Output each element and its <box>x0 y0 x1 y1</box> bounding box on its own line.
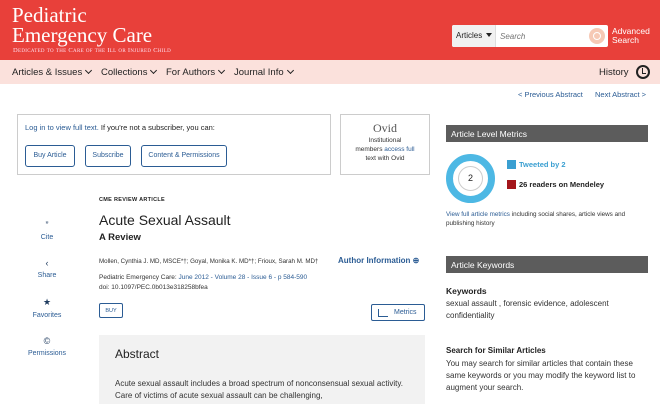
ovid-line2: members access full <box>341 146 429 154</box>
metrics-note: View full article metrics including soci… <box>446 210 651 228</box>
metrics-label: Metrics <box>394 309 417 316</box>
mendeley-square-icon <box>507 180 516 189</box>
article-doi: doi: 10.1097/PEC.0b013e318258bfea <box>99 284 208 291</box>
star-icon: ★ <box>42 297 52 307</box>
mendeley-readers[interactable]: 26 readers on Mendeley <box>519 180 604 189</box>
chevron-down-icon <box>286 66 294 75</box>
altmetric-score: 2 <box>458 166 483 191</box>
subscribe-button[interactable]: Subscribe <box>85 145 131 167</box>
keywords-heading: Article Keywords <box>446 256 648 273</box>
abstract-section: Abstract Acute sexual assault includes a… <box>99 335 425 404</box>
buy-button[interactable]: BUY <box>99 303 123 318</box>
content-permissions-button[interactable]: Content & Permissions <box>141 145 227 167</box>
ovid-access-box[interactable]: Ovid Institutional members access full t… <box>340 114 430 175</box>
twitter-square-icon <box>507 160 516 169</box>
ovid-line3: text with Ovid <box>365 155 405 162</box>
permissions-icon: © <box>43 336 51 346</box>
share-tool[interactable]: ‹ Share <box>17 258 77 279</box>
access-text: Log in to view full text. If you're not … <box>25 123 215 132</box>
next-abstract-link[interactable]: Next Abstract > <box>595 90 646 99</box>
ovid-line2-prefix: members <box>355 146 385 153</box>
advanced-search-link[interactable]: Advanced Search <box>612 27 650 45</box>
citation-journal: Pediatric Emergency Care: <box>99 274 179 281</box>
citation-issue-link[interactable]: June 2012 - Volume 28 - Issue 6 - p 584-… <box>178 274 307 281</box>
abstract-body: Acute sexual assault includes a broad sp… <box>115 379 404 400</box>
chevron-down-icon <box>85 66 93 75</box>
author-information-toggle[interactable]: Author Information ⊕ <box>338 256 419 265</box>
nav-journal-info[interactable]: Journal Info <box>234 66 294 78</box>
chevron-down-icon <box>218 66 226 75</box>
history-icon[interactable] <box>636 65 650 79</box>
quote-icon: ” <box>45 220 49 230</box>
access-options-box: Log in to view full text. If you're not … <box>17 114 331 175</box>
keywords-list: sexual assault , forensic evidence, adol… <box>446 299 609 320</box>
search-scope-label: Articles <box>456 31 483 40</box>
site-header: Pediatric Emergency Care Dedicated to th… <box>0 0 660 60</box>
cite-label: Cite <box>40 234 54 241</box>
nav-label: Journal Info <box>234 67 284 78</box>
ovid-line1: Institutional <box>368 137 402 144</box>
article-authors[interactable]: Mollen, Cynthia J. MD, MSCE*†; Goyal, Mo… <box>99 258 318 265</box>
metrics-heading: Article Level Metrics <box>446 125 648 142</box>
login-link[interactable]: Log in to view full text. <box>25 123 99 132</box>
favorites-tool[interactable]: ★ Favorites <box>17 297 77 319</box>
nav-label: For Authors <box>166 67 216 78</box>
ovid-access-link[interactable]: access full <box>384 146 414 153</box>
not-subscriber-text: If you're not a subscriber, you can: <box>98 123 215 132</box>
nav-for-authors[interactable]: For Authors <box>166 66 226 78</box>
advanced-search-line2: Search <box>612 35 639 45</box>
search-input[interactable] <box>498 25 590 47</box>
nav-label: Articles & Issues <box>12 67 83 78</box>
cite-tool[interactable]: ” Cite <box>17 220 77 241</box>
share-icon: ‹ <box>45 258 49 268</box>
search-box: Articles <box>452 25 608 47</box>
journal-tagline: Dedicated to the Care of the Ill or Inju… <box>13 47 172 54</box>
nav-label: Collections <box>101 67 148 78</box>
previous-abstract-link[interactable]: < Previous Abstract <box>518 90 583 99</box>
article-subtitle: A Review <box>99 232 141 243</box>
buy-article-button[interactable]: Buy Article <box>25 145 75 167</box>
bar-chart-icon <box>378 309 388 317</box>
keywords-label: Keywords <box>446 286 487 296</box>
article-title: Acute Sexual Assault <box>99 212 231 228</box>
view-full-metrics-link[interactable]: View full article metrics <box>446 211 510 218</box>
similar-articles-label: Search for Similar Articles <box>446 346 546 355</box>
article-type: CME REVIEW ARTICLE <box>99 197 166 203</box>
author-info-label: Author Information <box>338 256 411 265</box>
similar-articles-text: You may search for similar articles that… <box>446 359 636 392</box>
nav-collections[interactable]: Collections <box>101 66 158 78</box>
nav-articles-issues[interactable]: Articles & Issues <box>12 66 93 78</box>
ovid-logo: Ovid <box>373 121 397 135</box>
caret-down-icon <box>486 33 492 37</box>
permissions-label: Permissions <box>27 350 67 357</box>
main-nav: Articles & Issues Collections For Author… <box>0 60 660 84</box>
article-citation: Pediatric Emergency Care: June 2012 - Vo… <box>99 274 307 281</box>
search-scope-select[interactable]: Articles <box>452 25 496 47</box>
abstract-heading: Abstract <box>115 347 160 361</box>
metrics-button[interactable]: Metrics <box>371 304 425 321</box>
favorites-label: Favorites <box>32 312 62 319</box>
share-label: Share <box>37 272 57 279</box>
tweeted-link[interactable]: Tweeted by 2 <box>519 160 566 169</box>
chevron-circle-down-icon: ⊕ <box>412 256 420 265</box>
chevron-down-icon <box>150 66 158 75</box>
journal-logo-line2[interactable]: Emergency Care <box>12 24 152 46</box>
altmetric-donut[interactable]: 2 <box>446 154 495 203</box>
nav-history[interactable]: History <box>599 67 629 78</box>
search-icon[interactable] <box>589 28 605 44</box>
permissions-tool[interactable]: © Permissions <box>17 336 77 357</box>
